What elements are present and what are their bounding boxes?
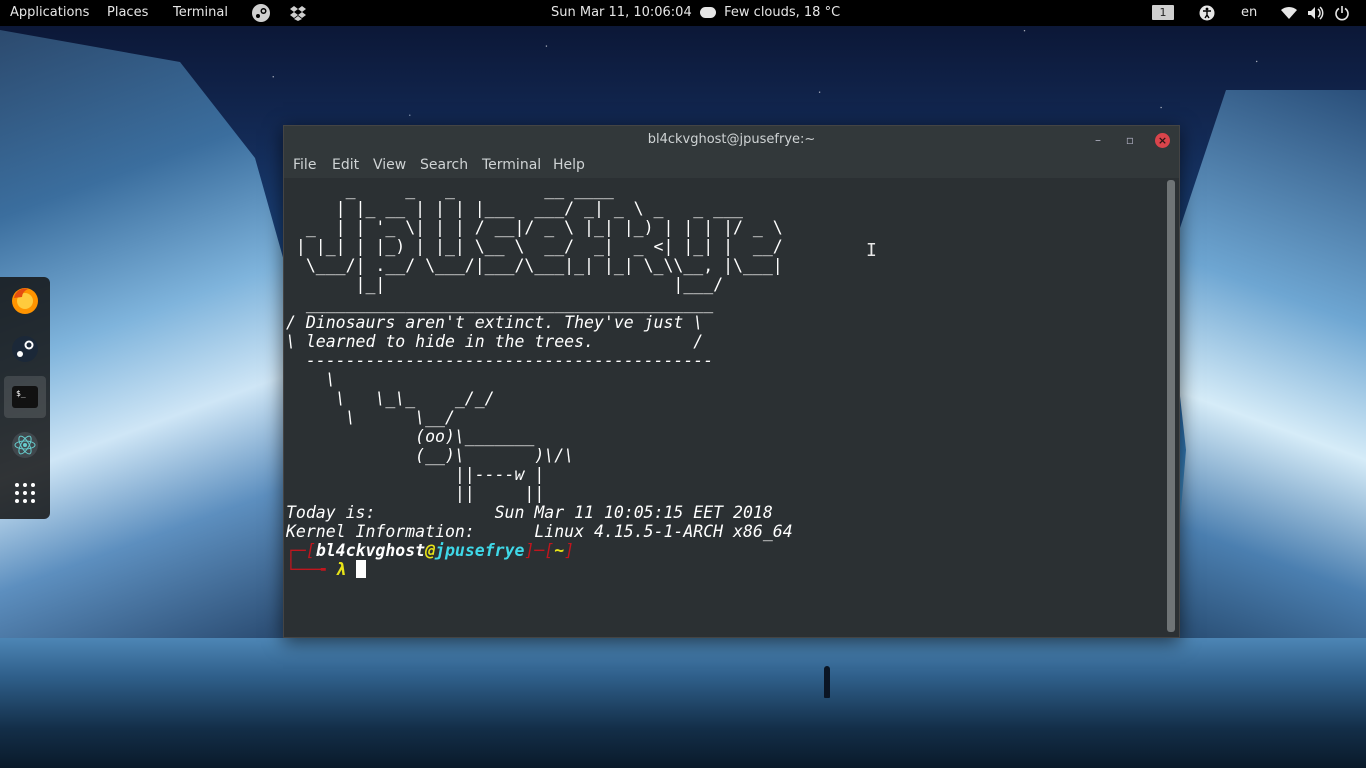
prompt-corner: └──╼ bbox=[286, 560, 336, 579]
weather-text: Few clouds, 18 °C bbox=[724, 5, 841, 20]
menu-file[interactable]: File bbox=[293, 154, 316, 178]
today-label: Today is: bbox=[286, 503, 376, 522]
dock: $_ bbox=[0, 277, 50, 519]
keyboard-layout[interactable]: en bbox=[1241, 0, 1257, 26]
applications-menu[interactable]: Applications bbox=[10, 0, 89, 26]
workspace-indicator[interactable]: 1 bbox=[1152, 0, 1174, 26]
today-value: Sun Mar 11 10:05:15 EET 2018 bbox=[494, 503, 773, 522]
prompt-lambda: λ bbox=[335, 560, 346, 579]
dropbox-icon[interactable] bbox=[289, 0, 307, 26]
prompt-line-2: └──╼ λ bbox=[286, 560, 1164, 579]
prompt-sep: ]─[ bbox=[524, 541, 555, 560]
minimize-button[interactable]: – bbox=[1090, 132, 1106, 148]
close-button[interactable]: × bbox=[1155, 133, 1170, 148]
menu-edit[interactable]: Edit bbox=[332, 154, 359, 178]
menu-help[interactable]: Help bbox=[553, 154, 585, 178]
today-line: Today is: Sun Mar 11 10:05:15 EET 2018 bbox=[286, 503, 1164, 522]
volume-icon[interactable] bbox=[1307, 0, 1325, 26]
prompt-line-1: ┌─[bl4ckvghost@jpusefrye]─[~] bbox=[286, 541, 1164, 560]
power-icon[interactable] bbox=[1334, 0, 1350, 26]
steam-icon[interactable] bbox=[4, 328, 46, 370]
prompt-path: ~ bbox=[554, 541, 565, 560]
kernel-label: Kernel Information: bbox=[286, 522, 475, 541]
terminal-window: bl4ckvghost@jpusefrye:~ – ▫ × File Edit … bbox=[283, 125, 1180, 638]
window-title: bl4ckvghost@jpusefrye:~ bbox=[647, 132, 816, 147]
menu-terminal[interactable]: Terminal bbox=[482, 154, 541, 178]
kernel-line: Kernel Information: Linux 4.15.5-1-ARCH … bbox=[286, 522, 1164, 541]
menu-view[interactable]: View bbox=[373, 154, 406, 178]
prompt-open: ┌─[ bbox=[286, 541, 316, 560]
cowsay-output: ________________________________________… bbox=[286, 294, 714, 503]
atom-icon[interactable] bbox=[4, 424, 46, 466]
svg-text:$_: $_ bbox=[16, 389, 26, 398]
scrollbar[interactable] bbox=[1167, 180, 1175, 632]
wifi-icon[interactable] bbox=[1281, 0, 1297, 26]
terminal-output[interactable]: _ _ _ __ ____ | |_ __ | | | |___ ___/ _|… bbox=[286, 180, 1164, 635]
kernel-value: Linux 4.15.5-1-ARCH x86_64 bbox=[534, 522, 793, 541]
prompt-user: bl4ckvghost bbox=[315, 541, 426, 560]
terminal-app-menu[interactable]: Terminal bbox=[173, 0, 228, 26]
firefox-icon[interactable] bbox=[4, 280, 46, 322]
menu-search[interactable]: Search bbox=[420, 154, 468, 178]
prompt-end: ] bbox=[564, 541, 575, 560]
mouse-ibeam-icon: I bbox=[866, 240, 877, 261]
menubar: File Edit View Search Terminal Help bbox=[284, 154, 1179, 178]
prompt-host: jpusefrye bbox=[435, 541, 525, 560]
ascii-banner: _ _ _ __ ____ | |_ __ | | | |___ ___/ _|… bbox=[295, 180, 783, 294]
workspace-number: 1 bbox=[1152, 5, 1174, 20]
prompt-at: @ bbox=[425, 541, 436, 560]
maximize-button[interactable]: ▫ bbox=[1122, 132, 1138, 148]
steam-icon[interactable] bbox=[251, 0, 271, 26]
clock[interactable]: Sun Mar 11, 10:06:04 bbox=[551, 0, 692, 26]
app-grid-icon[interactable] bbox=[4, 472, 46, 514]
text-cursor bbox=[355, 560, 366, 578]
places-menu[interactable]: Places bbox=[107, 0, 148, 26]
accessibility-icon[interactable] bbox=[1199, 0, 1215, 26]
top-panel: Applications Places Terminal Sun Mar 11,… bbox=[0, 0, 1366, 26]
weather-indicator[interactable]: Few clouds, 18 °C bbox=[700, 0, 840, 26]
window-titlebar[interactable]: bl4ckvghost@jpusefrye:~ – ▫ × bbox=[284, 126, 1179, 154]
weather-icon bbox=[700, 7, 716, 18]
terminal-icon[interactable]: $_ bbox=[4, 376, 46, 418]
